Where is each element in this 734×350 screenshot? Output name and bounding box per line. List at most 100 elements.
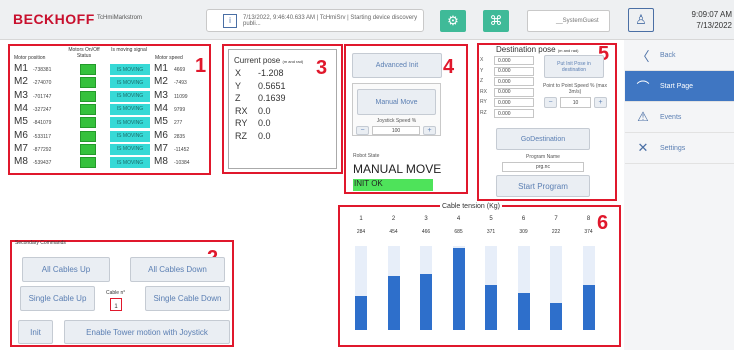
ptp-speed-increase[interactable]: + <box>594 97 607 108</box>
pose-axis-value: 0.1639 <box>258 93 286 103</box>
init-status-badge: INIT OK <box>353 179 433 191</box>
annotation-1: 1 <box>195 55 207 77</box>
motor-onoff-indicator <box>80 143 96 155</box>
manual-move-button[interactable]: Manual Move <box>357 89 436 115</box>
enable-tower-joystick-button[interactable]: Enable Tower motion with Joystick <box>64 320 230 344</box>
destination-axis-input[interactable]: 0.000 <box>494 87 534 97</box>
chart-category-label: 4 <box>456 216 461 222</box>
nav-settings[interactable]: ✕ Settings <box>625 133 734 164</box>
destination-axis-input[interactable]: 0.000 <box>494 77 534 87</box>
motor-name: M1 <box>14 63 28 74</box>
chart-bar <box>387 275 400 330</box>
settings-gear-button[interactable]: ⚙ <box>440 10 466 32</box>
chevron-left-icon: 〈 <box>636 48 650 64</box>
motor-position-value: -841079 <box>33 120 52 127</box>
joystick-speed-decrease[interactable]: − <box>356 126 369 135</box>
ptp-speed-label: Point to Point Speed % (max 3m/s) <box>543 83 607 95</box>
motor-speed-value: 2835 <box>174 133 186 140</box>
advanced-init-button[interactable]: Advanced Init <box>352 53 442 78</box>
motor-name: M8 <box>14 156 28 168</box>
motor-speed-value: -7493 <box>174 80 187 87</box>
chart-value-label: 222 <box>551 229 561 235</box>
chart-value-label: 371 <box>486 229 496 235</box>
pose-axis-value: 0.0 <box>258 130 271 141</box>
robot-state-value: MANUAL MOVE <box>353 162 442 176</box>
all-cables-down-button[interactable]: All Cables Down <box>130 257 225 282</box>
moving-indicator: IS MOVING <box>110 117 150 129</box>
cable-tension-panel <box>338 205 621 347</box>
tools-icon: ✕ <box>637 140 649 155</box>
moving-indicator: IS MOVING <box>110 130 150 142</box>
destination-axis-input[interactable]: 0.000 <box>494 98 534 108</box>
ptp-speed-decrease[interactable]: − <box>544 97 557 108</box>
motor-speed-value: 277 <box>174 120 183 127</box>
destination-axis-label: X <box>480 57 484 63</box>
chart-bar <box>452 247 465 330</box>
motor-name: M3 <box>14 89 28 101</box>
chart-category-label: 7 <box>554 216 558 222</box>
single-cable-down-button[interactable]: Single Cable Down <box>145 286 230 311</box>
destination-axis-input[interactable]: 0.000 <box>494 66 534 76</box>
motor-onoff-indicator <box>80 77 96 89</box>
user-field[interactable]: __SystemGuest <box>527 10 610 32</box>
program-name-input[interactable]: prg.nc <box>502 162 584 172</box>
moving-indicator: IS MOVING <box>110 64 150 75</box>
motor-onoff-indicator <box>80 117 96 129</box>
pose-axis-label: Z <box>235 93 241 103</box>
gear-icon: ⚙ <box>447 13 459 28</box>
destination-axis-input[interactable]: 0.000 <box>494 56 534 65</box>
pose-axis-label: RZ <box>235 130 247 141</box>
pose-axis-value: -1.208 <box>258 68 284 78</box>
chart-category-label: 8 <box>586 216 591 222</box>
joystick-speed-input[interactable]: 100 <box>372 126 420 135</box>
col-motor-position: Motor position <box>14 55 46 61</box>
destination-axis-label: Y <box>480 67 484 74</box>
chart-value-label: 284 <box>356 229 366 235</box>
motor-name-speed: M2 <box>154 76 168 88</box>
chart-bar <box>355 295 367 330</box>
put-init-pose-button[interactable]: Put Init Pose in destination <box>544 55 604 78</box>
secondary-commands-title: Secondary Commands <box>15 240 66 246</box>
user-icon[interactable]: ♙ <box>628 8 654 32</box>
pose-axis-value: 0.0 <box>258 105 271 116</box>
all-cables-up-button[interactable]: All Cables Up <box>22 257 110 282</box>
moving-indicator: IS MOVING <box>110 157 150 169</box>
chart-bar <box>582 285 595 330</box>
destination-axis-label: RY <box>480 99 487 106</box>
motor-position-value: -877292 <box>33 146 52 153</box>
cable-number-input[interactable]: 1 <box>110 298 122 311</box>
motor-name-speed: M3 <box>154 89 168 101</box>
destination-axis-label: RX <box>480 88 487 95</box>
message-bar[interactable]: i 7/13/2022, 9:46:40.633 AM | TcHmiSrv |… <box>206 9 424 32</box>
pose-axis-label: Y <box>235 80 242 91</box>
chart-bar <box>420 274 432 330</box>
ptp-speed-input[interactable]: 10 <box>560 97 591 108</box>
init-button[interactable]: Init <box>18 320 53 344</box>
joystick-speed-increase[interactable]: + <box>423 126 436 135</box>
motor-onoff-indicator <box>80 64 96 75</box>
chart-category-label: 1 <box>359 216 363 222</box>
motor-position-value: -274070 <box>33 80 52 87</box>
chart-value-label: 454 <box>389 229 398 235</box>
motor-speed-value: 11099 <box>174 93 188 100</box>
pose-axis-label: RX <box>235 105 248 116</box>
nav-events[interactable]: ⚠ Events <box>625 102 734 133</box>
pose-axis-label: RY <box>235 118 248 128</box>
nav-start-page[interactable]: ⌒ Start Page <box>625 71 734 102</box>
motor-position-value: -701747 <box>33 93 52 100</box>
go-destination-button[interactable]: GoDestination <box>496 128 590 150</box>
start-program-button[interactable]: Start Program <box>496 175 590 197</box>
motor-speed-value: 9799 <box>174 106 186 113</box>
single-cable-up-button[interactable]: Single Cable Up <box>20 286 95 311</box>
destination-axis-input[interactable]: 0.000 <box>494 109 534 118</box>
robot-state-label: Robot State <box>353 153 380 159</box>
destination-axis-label: RZ <box>480 110 487 116</box>
language-button[interactable]: ⌘ <box>483 10 509 32</box>
motor-position-value: -327247 <box>33 106 52 113</box>
motor-name-speed: M7 <box>154 142 168 154</box>
clock-date: 7/13/2022 <box>696 21 732 30</box>
motor-name: M6 <box>14 129 28 141</box>
annotation-4: 4 <box>443 56 455 78</box>
chart-category-label: 3 <box>424 216 428 222</box>
nav-back[interactable]: 〈 Back <box>625 40 734 71</box>
